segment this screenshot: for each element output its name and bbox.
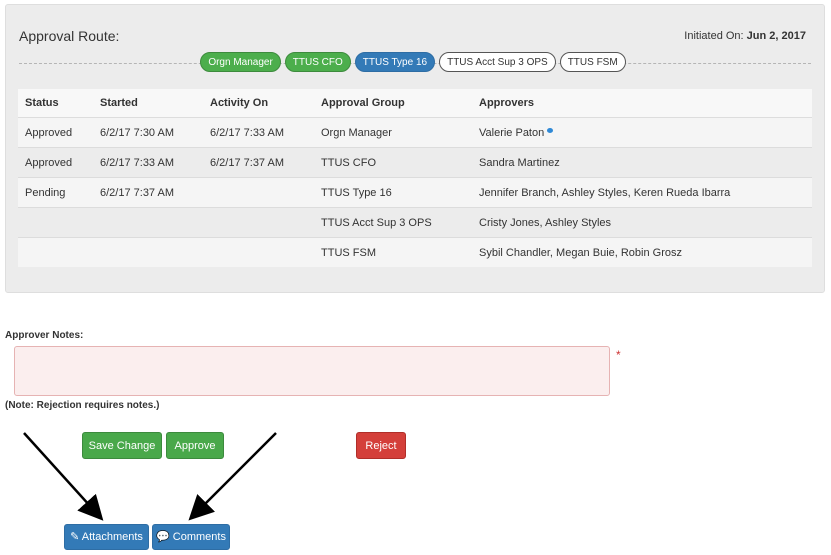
arrow-to-comments (188, 432, 277, 521)
arrow-to-attachments (23, 432, 104, 521)
annotation-arrows (23, 432, 277, 521)
